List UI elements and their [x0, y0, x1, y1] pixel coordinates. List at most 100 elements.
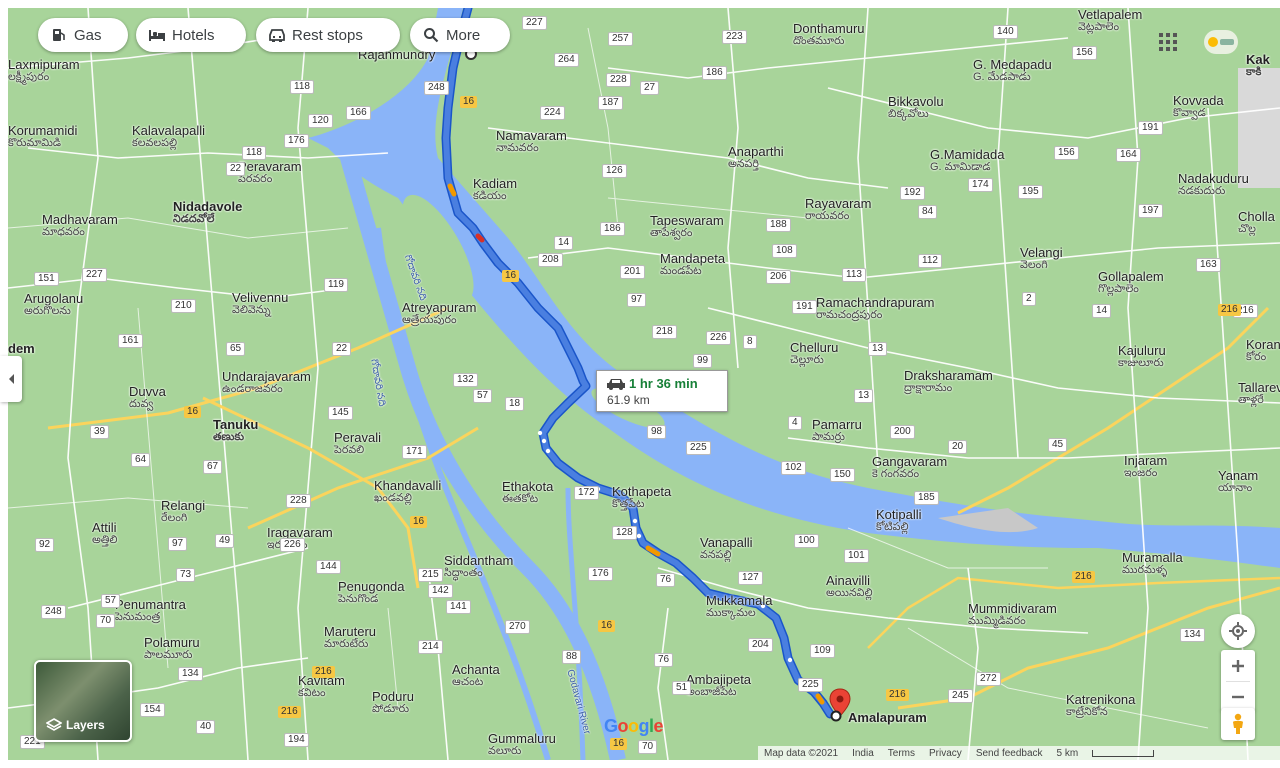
place-label-relangi[interactable]: Relangi రేలంగి	[161, 499, 205, 525]
more-chip[interactable]: More	[410, 18, 510, 52]
place-label-chelluru[interactable]: Chelluru చెల్లూరు	[790, 341, 838, 367]
road-shield: 2	[1022, 292, 1036, 306]
hotels-label: Hotels	[172, 26, 215, 44]
country-link[interactable]: India	[852, 748, 874, 759]
place-label-gummaluru[interactable]: Gummaluru వలూరు	[488, 732, 556, 758]
place-label-madhavaram[interactable]: Madhavaram మాధవరం	[42, 213, 118, 239]
road-shield: 161	[118, 334, 143, 348]
place-label-kadiam[interactable]: Kadiam కడియం	[473, 177, 517, 203]
place-label-poduru[interactable]: Poduru పోడూరు	[372, 690, 414, 716]
my-location-button[interactable]	[1221, 614, 1255, 648]
place-local-name: సిద్ధాంతం	[444, 567, 483, 579]
highway-shield: 16	[184, 406, 202, 418]
place-label-gollapalem[interactable]: Gollapalem గొల్లపాలెం	[1098, 270, 1164, 296]
place-label-arugolanu[interactable]: Arugolanu అరుగొలను	[24, 292, 83, 318]
layers-button[interactable]: Layers	[34, 660, 132, 742]
place-label-muramalla[interactable]: Muramalla మురమళ్ళ	[1122, 551, 1183, 577]
place-local-name: అయినవిల్లి	[826, 587, 873, 599]
place-name: Ramachandrapuram	[816, 295, 935, 310]
place-name: Donthamuru	[793, 21, 865, 36]
place-label-nadakuduru[interactable]: Nadakuduru నడకుదురు	[1178, 172, 1249, 198]
place-local-name: గొల్లపాలెం	[1098, 283, 1139, 295]
place-label-anaparthi[interactable]: Anaparthi అనపర్తి	[728, 145, 784, 171]
place-label-tallarevu[interactable]: Tallarev తాళ్లరే	[1238, 381, 1280, 407]
apps-grid-icon[interactable]	[1158, 32, 1178, 52]
place-label-pamarru[interactable]: Pamarru పామర్రు	[812, 418, 862, 444]
hotels-chip[interactable]: Hotels	[136, 18, 246, 52]
account-avatar-icon[interactable]	[1204, 30, 1238, 54]
place-local-name: మాధవరం	[42, 226, 85, 238]
place-label-gangavaram[interactable]: Gangavaram కె గంగవరం	[872, 455, 947, 481]
place-label-kovvada[interactable]: Kovvada కొవ్వాడ	[1173, 94, 1224, 120]
terms-link[interactable]: Terms	[888, 748, 915, 759]
place-label-attili[interactable]: Attili అత్తిలి	[92, 521, 117, 547]
place-label-donthamuru[interactable]: Donthamuru దొంతమూరు	[793, 22, 865, 48]
place-label-maruteru[interactable]: Maruteru మారుటేరు	[324, 625, 376, 651]
place-label-ainavilli[interactable]: Ainavilli అయినవిల్లి	[826, 574, 873, 600]
place-label-vetlapalem[interactable]: Vetlapalem వెట్లపాలెం	[1078, 8, 1142, 34]
place-label-duvva[interactable]: Duvva దువ్వ	[129, 385, 166, 411]
place-label-tanuku[interactable]: Tanuku తణుకు	[213, 418, 258, 444]
place-label-undarajavaram[interactable]: Undarajavaram ఉండరాజవరం	[222, 370, 311, 396]
place-label-namavaram[interactable]: Namavaram నామవరం	[496, 129, 567, 155]
place-label-tapeswaram[interactable]: Tapeswaram తాపేశ్వరం	[650, 214, 724, 240]
place-label-ramachandrapuram[interactable]: Ramachandrapuram రామచంద్రపురం	[816, 296, 935, 322]
send-feedback-link[interactable]: Send feedback	[976, 748, 1043, 759]
place-label-mummidivaram[interactable]: Mummidivaram ముమ్మిడివరం	[968, 602, 1057, 628]
place-name: Ainavilli	[826, 573, 871, 588]
place-label-kothapeta[interactable]: Kothapeta కొత్తపేట	[612, 485, 671, 511]
place-label-korangi[interactable]: Koran కోరం	[1246, 338, 1280, 364]
gas-chip[interactable]: Gas	[38, 18, 128, 52]
place-label-atreyapuram[interactable]: Atreyapuram ఆత్రేయపురం	[402, 301, 476, 327]
place-label-nidadavole[interactable]: Nidadavole నిడదవోలే	[173, 200, 242, 226]
place-name: Peravaram	[238, 159, 302, 174]
place-label-kalavalapalli[interactable]: Kalavalapalli కలవలపల్లి	[132, 124, 205, 150]
place-label-achanta[interactable]: Achanta ఆచంట	[452, 663, 500, 689]
place-label-peravali[interactable]: Peravali పెరవలి	[334, 431, 381, 457]
place-label-korumamidi[interactable]: Korumamidi కొరుమామిడి	[8, 124, 77, 150]
place-label-cholla[interactable]: Cholla చొల్ల	[1238, 210, 1275, 236]
place-label-khandavalli[interactable]: Khandavalli ఖండవల్లి	[374, 479, 441, 505]
road-shield: 270	[505, 620, 530, 634]
place-label-velivennu[interactable]: Velivennu వెలివెన్ను	[232, 291, 288, 317]
place-label-mandapeta[interactable]: Mandapeta మండపేట	[660, 252, 725, 278]
place-label-kajuluru[interactable]: Kajuluru కాజులూరు	[1118, 344, 1166, 370]
road-shield: 272	[976, 672, 1001, 686]
place-label-velangi[interactable]: Velangi వెలంగి	[1020, 246, 1063, 272]
place-label-penugonda[interactable]: Penugonda పెనుగొండ	[338, 580, 405, 606]
place-label-mukkamala[interactable]: Mukkamala ముక్కామల	[706, 594, 772, 620]
place-label-yanam[interactable]: Yanam యానాం	[1218, 469, 1258, 495]
place-name: Muramalla	[1122, 550, 1183, 565]
place-label-siddantham[interactable]: Siddantham సిద్ధాంతం	[444, 554, 513, 580]
place-label-peravaram[interactable]: Peravaram పేరవరం	[238, 160, 302, 186]
place-label-vanapalli[interactable]: Vanapalli వనపల్లి	[700, 536, 753, 562]
rest-stops-chip[interactable]: Rest stops	[256, 18, 400, 52]
place-label-rayavaram[interactable]: Rayavaram రాయవరం	[805, 197, 871, 223]
place-name: Achanta	[452, 662, 500, 677]
place-label-ambajipeta[interactable]: Ambajipeta అంబాజీపేట	[686, 673, 751, 699]
scale-label[interactable]: 5 km	[1057, 748, 1079, 759]
privacy-link[interactable]: Privacy	[929, 748, 962, 759]
place-label-penumantra[interactable]: Penumantra పెనుమంత్ర	[115, 598, 186, 624]
place-label-katrenikona[interactable]: Katrenikona కాట్రేనికోన	[1066, 693, 1135, 719]
street-view-button[interactable]	[1221, 708, 1255, 740]
place-label-nidadem[interactable]: dem	[8, 342, 35, 355]
zoom-in-button[interactable]	[1221, 651, 1255, 681]
place-label-bikkavolu[interactable]: Bikkavolu బిక్కవోలు	[888, 95, 944, 121]
place-name: Siddantham	[444, 553, 514, 568]
place-name: Namavaram	[496, 128, 567, 143]
route-info-callout[interactable]: 1 hr 36 min 61.9 km	[596, 370, 728, 412]
road-shield: 118	[290, 80, 314, 94]
place-label-gmamidada[interactable]: G.Mamidada G. మామిడాడ	[930, 148, 1004, 174]
place-label-injaram[interactable]: Injaram ఇంజరం	[1124, 454, 1167, 480]
place-label-kakinada[interactable]: Kak కాకి	[1246, 53, 1270, 79]
map-canvas[interactable]: Donthamuru దొంతమూరు Vetlapalem వెట్లపాలెం Ka…	[8, 8, 1280, 760]
place-label-draksharamam[interactable]: Draksharamam ద్రాక్షారామం	[904, 369, 993, 395]
zoom-out-button[interactable]	[1221, 682, 1255, 712]
collapse-side-panel-button[interactable]	[0, 356, 22, 402]
place-label-ethakota[interactable]: Ethakota ఈతకోట	[502, 480, 553, 506]
place-label-kotipalli[interactable]: Kotipalli కోటిపల్లి	[876, 508, 922, 534]
place-label-gmedapadu[interactable]: G. Medapadu G. మేడపాడు	[973, 58, 1052, 84]
place-label-polamuru[interactable]: Polamuru పాలమూరు	[144, 636, 200, 662]
place-label-lakshmipuram[interactable]: Laxmipuram లక్ష్మీపురం	[8, 58, 80, 84]
